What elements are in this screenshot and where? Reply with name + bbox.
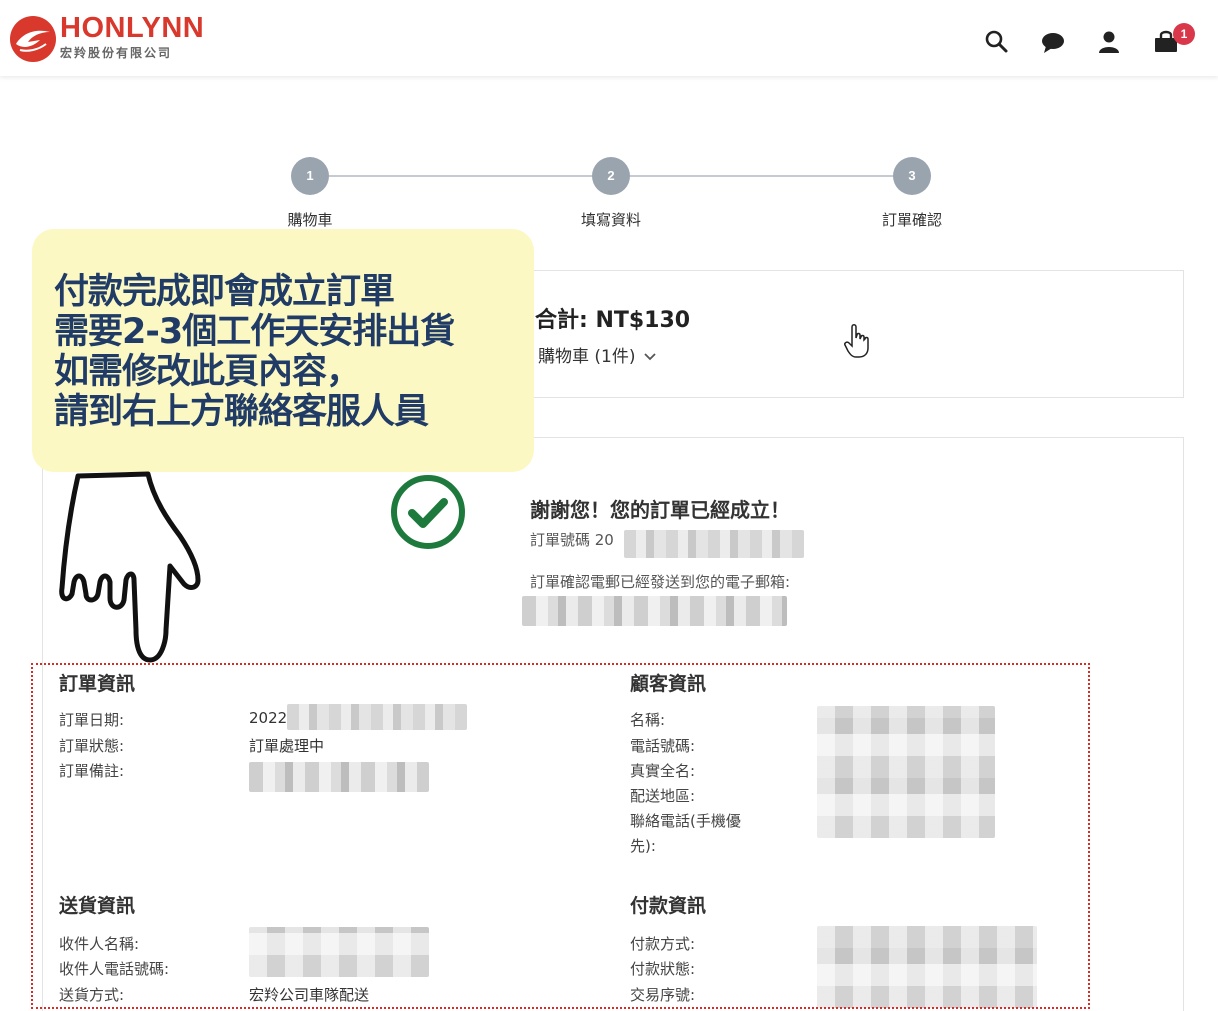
cart-toggle[interactable]: 購物車 (1件)	[538, 342, 657, 367]
cart-toggle-label: 購物車 (1件)	[538, 347, 636, 367]
step-3-label: 訂單確認	[881, 211, 942, 229]
success-check-icon	[390, 474, 466, 550]
order-total: 合計: NT$130	[535, 308, 691, 333]
callout-line-4: 請到右上方聯絡客服人員	[54, 392, 429, 432]
search-icon[interactable]	[983, 28, 1011, 56]
chevron-down-icon	[643, 350, 657, 366]
cart-count-badge: 1	[1173, 23, 1195, 45]
callout-line-1: 付款完成即會成立訂單	[54, 272, 395, 312]
user-icon[interactable]	[1095, 28, 1123, 56]
callout-line-2: 需要2-3個工作天安排出貨	[54, 312, 455, 352]
chat-icon[interactable]	[1039, 28, 1067, 56]
pointing-hand-icon	[58, 470, 208, 670]
redacted-email	[522, 596, 787, 626]
step-2-circle: 2	[592, 157, 630, 195]
brand-logo-icon[interactable]	[10, 16, 56, 62]
step-3-circle: 3	[893, 157, 931, 195]
order-number: 訂單號碼 20	[530, 531, 614, 549]
confirmation-title: 謝謝您！您的訂單已經成立！	[530, 498, 790, 522]
callout-line-3: 如需修改此頁內容，	[54, 352, 361, 392]
step-connector	[329, 175, 593, 177]
brand-name[interactable]: HONLYNN	[60, 12, 204, 45]
step-connector	[630, 175, 894, 177]
email-sent-note: 訂單確認電郵已經發送到您的電子郵箱:	[530, 573, 791, 591]
hand-cursor-icon	[844, 323, 870, 363]
redacted-order-number	[624, 530, 804, 558]
brand-subtitle: 宏羚股份有限公司	[60, 46, 173, 60]
highlight-frame	[31, 663, 1090, 1009]
step-2-label: 填寫資料	[580, 211, 641, 229]
site-header: HONLYNN 宏羚股份有限公司 1	[0, 0, 1218, 76]
step-1-label: 購物車	[287, 211, 333, 229]
step-1-circle: 1	[291, 157, 329, 195]
